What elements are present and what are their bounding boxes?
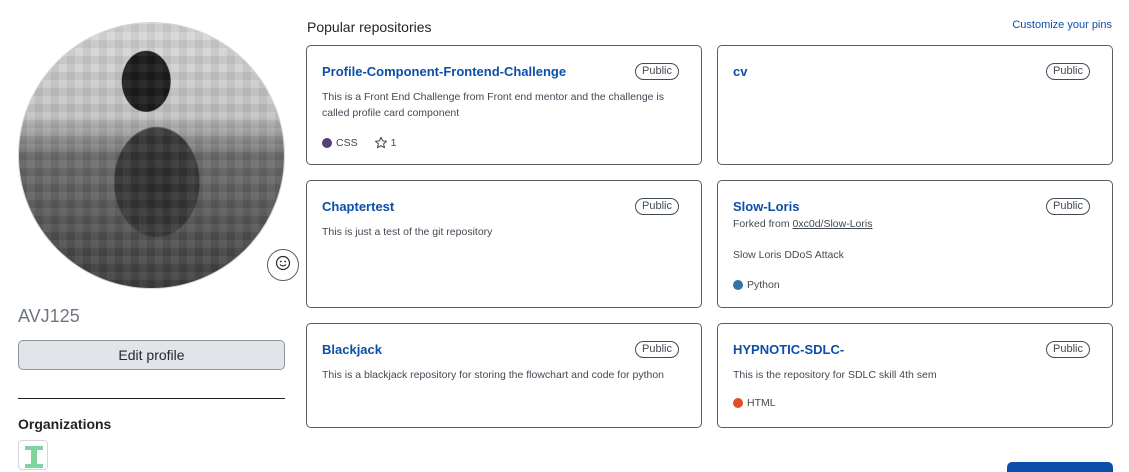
organizations-heading: Organizations — [18, 416, 112, 432]
visibility-badge: Public — [635, 198, 679, 215]
profile-avatar[interactable] — [18, 22, 285, 289]
repo-meta: HTML — [733, 397, 776, 409]
organization-avatar[interactable] — [18, 440, 48, 470]
repo-card: Blackjack Public This is a blackjack rep… — [306, 323, 702, 428]
repo-stars-link[interactable]: 1 — [374, 136, 397, 150]
forked-from-text: Forked from 0xc0d/Slow-Loris — [733, 218, 872, 230]
repo-language: HTML — [747, 397, 776, 409]
visibility-badge: Public — [635, 341, 679, 358]
repo-meta: Python — [733, 279, 780, 291]
popular-repositories-heading: Popular repositories — [307, 19, 432, 35]
repo-name-link[interactable]: HYPNOTIC-SDLC- — [733, 342, 844, 357]
repo-description: This is the repository for SDLC skill 4t… — [733, 369, 937, 381]
forked-from-link[interactable]: 0xc0d/Slow-Loris — [793, 218, 873, 230]
repo-meta: CSS 1 — [322, 136, 396, 150]
visibility-badge: Public — [635, 63, 679, 80]
forked-prefix: Forked from — [733, 218, 793, 230]
repo-card: Slow-Loris Public Forked from 0xc0d/Slow… — [717, 180, 1113, 308]
set-status-button[interactable] — [267, 249, 299, 281]
profile-sidebar: AVJ125 Edit profile Organizations — [18, 22, 299, 470]
repo-card: Profile-Component-Frontend-Challenge Pub… — [306, 45, 702, 165]
repo-description: This is just a test of the git repositor… — [322, 226, 493, 238]
visibility-badge: Public — [1046, 198, 1090, 215]
repo-star-count: 1 — [390, 137, 397, 149]
language-color-dot — [322, 138, 332, 148]
smiley-icon — [275, 255, 291, 276]
visibility-badge: Public — [1046, 63, 1090, 80]
repo-card: HYPNOTIC-SDLC- Public This is the reposi… — [717, 323, 1113, 428]
repo-name-link[interactable]: Slow-Loris — [733, 199, 799, 214]
repo-name-link[interactable]: Chaptertest — [322, 199, 394, 214]
repo-name-link[interactable]: cv — [733, 64, 747, 79]
language-color-dot — [733, 398, 743, 408]
repo-language: Python — [747, 279, 780, 291]
sidebar-divider — [18, 398, 285, 399]
customize-pins-link[interactable]: Customize your pins — [1012, 19, 1112, 31]
edit-profile-button[interactable]: Edit profile — [18, 340, 285, 370]
repo-language: CSS — [336, 137, 358, 149]
repo-card: Chaptertest Public This is just a test o… — [306, 180, 702, 308]
repo-description: Slow Loris DDoS Attack — [733, 249, 844, 261]
repo-name-link[interactable]: Blackjack — [322, 342, 382, 357]
repo-description: This is a Front End Challenge from Front… — [322, 91, 665, 119]
profile-username: AVJ125 — [18, 306, 80, 326]
partial-primary-button[interactable] — [1007, 462, 1113, 472]
visibility-badge: Public — [1046, 341, 1090, 358]
repo-description: This is a blackjack repository for stori… — [322, 369, 664, 381]
star-icon — [374, 136, 387, 149]
language-color-dot — [733, 280, 743, 290]
repo-name-link[interactable]: Profile-Component-Frontend-Challenge — [322, 64, 566, 79]
repo-card: cv Public — [717, 45, 1113, 165]
